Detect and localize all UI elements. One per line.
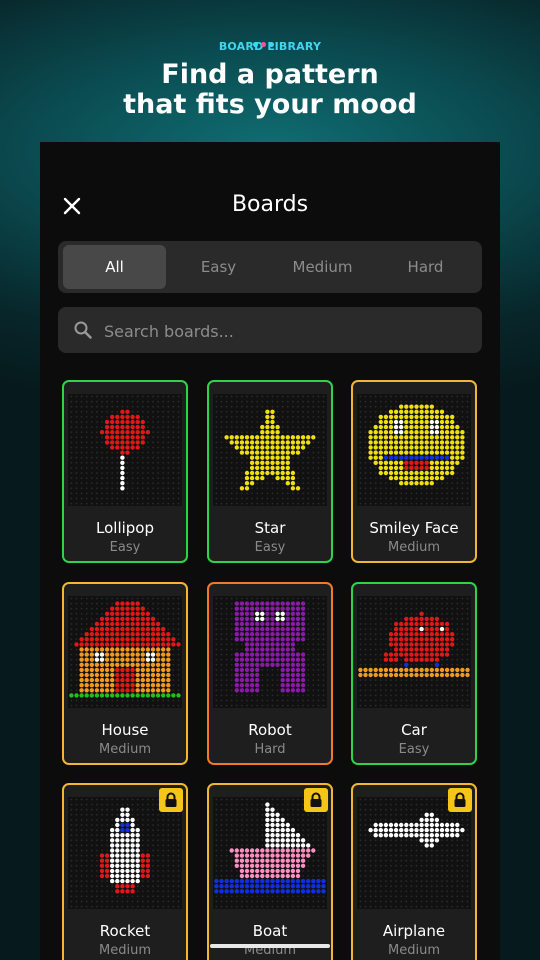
board-thumbnail	[68, 797, 182, 909]
search-input[interactable]	[102, 307, 466, 355]
board-difficulty: Medium	[388, 943, 440, 958]
lock-badge	[304, 788, 328, 812]
headline-line-1: Find a pattern	[161, 59, 379, 90]
board-name: Robot	[248, 721, 292, 739]
board-name: House	[101, 721, 149, 739]
board-difficulty: Hard	[254, 742, 286, 757]
search-bar	[58, 307, 482, 355]
board-thumbnail	[68, 596, 182, 708]
board-name: Rocket	[99, 922, 151, 940]
board-thumbnail	[357, 596, 471, 708]
board-name: Airplane	[382, 922, 446, 940]
board-card-star[interactable]: Star Easy	[207, 380, 333, 563]
lock-icon	[454, 792, 466, 807]
lock-badge	[448, 788, 472, 812]
board-card-rocket[interactable]: Rocket Medium	[62, 783, 188, 960]
board-card-airplane[interactable]: Airplane Medium	[351, 783, 477, 960]
lock-icon	[165, 792, 177, 807]
car-pattern-icon	[358, 597, 470, 707]
difficulty-tabs: All Easy Medium Hard	[58, 241, 482, 293]
board-card-house[interactable]: House Medium	[62, 582, 188, 765]
board-difficulty: Easy	[109, 540, 141, 555]
rocket-pattern-icon	[70, 798, 180, 908]
board-thumbnail	[213, 596, 327, 708]
boards-panel: Boards All Easy Medium Hard Lollipop Eas…	[40, 142, 500, 960]
brand-logo: BOARD LIBRARY	[0, 40, 540, 53]
board-thumbnail	[213, 797, 327, 909]
board-difficulty: Easy	[254, 540, 286, 555]
board-card-smiley-face[interactable]: Smiley Face Medium	[351, 380, 477, 563]
headline-line-2: that fits your mood	[123, 89, 417, 120]
board-name: Boat	[252, 922, 288, 940]
board-card-robot[interactable]: Robot Hard	[207, 582, 333, 765]
board-thumbnail	[213, 394, 327, 506]
house-pattern-icon	[69, 597, 181, 707]
board-card-boat[interactable]: Boat Medium	[207, 783, 333, 960]
board-card-car[interactable]: Car Easy	[351, 582, 477, 765]
board-thumbnail	[357, 797, 471, 909]
board-difficulty: Medium	[388, 540, 440, 555]
lollipop-pattern-icon	[70, 395, 180, 505]
board-difficulty: Easy	[398, 742, 430, 757]
search-icon	[74, 321, 92, 339]
boat-pattern-icon	[214, 798, 326, 908]
home-indicator[interactable]	[210, 944, 330, 948]
board-card-lollipop[interactable]: Lollipop Easy	[62, 380, 188, 563]
robot-pattern-icon	[215, 597, 325, 707]
tab-hard[interactable]: Hard	[374, 245, 477, 289]
board-thumbnail	[357, 394, 471, 506]
tab-all[interactable]: All	[63, 245, 166, 289]
board-thumbnail	[68, 394, 182, 506]
board-name: Car	[401, 721, 427, 739]
panel-title: Boards	[231, 192, 309, 217]
airplane-pattern-icon	[359, 798, 469, 908]
smiley-pattern-icon	[359, 395, 469, 505]
board-name: Star	[254, 519, 286, 537]
brand-dots	[253, 37, 277, 50]
headline: Find a pattern that fits your mood	[0, 60, 540, 120]
board-name: Smiley Face	[369, 519, 459, 537]
board-difficulty: Medium	[99, 742, 151, 757]
board-difficulty: Medium	[99, 943, 151, 958]
tab-easy[interactable]: Easy	[167, 245, 270, 289]
board-name: Lollipop	[96, 519, 154, 537]
lock-badge	[159, 788, 183, 812]
tab-medium[interactable]: Medium	[271, 245, 374, 289]
lock-icon	[310, 792, 322, 807]
star-pattern-icon	[215, 395, 325, 505]
